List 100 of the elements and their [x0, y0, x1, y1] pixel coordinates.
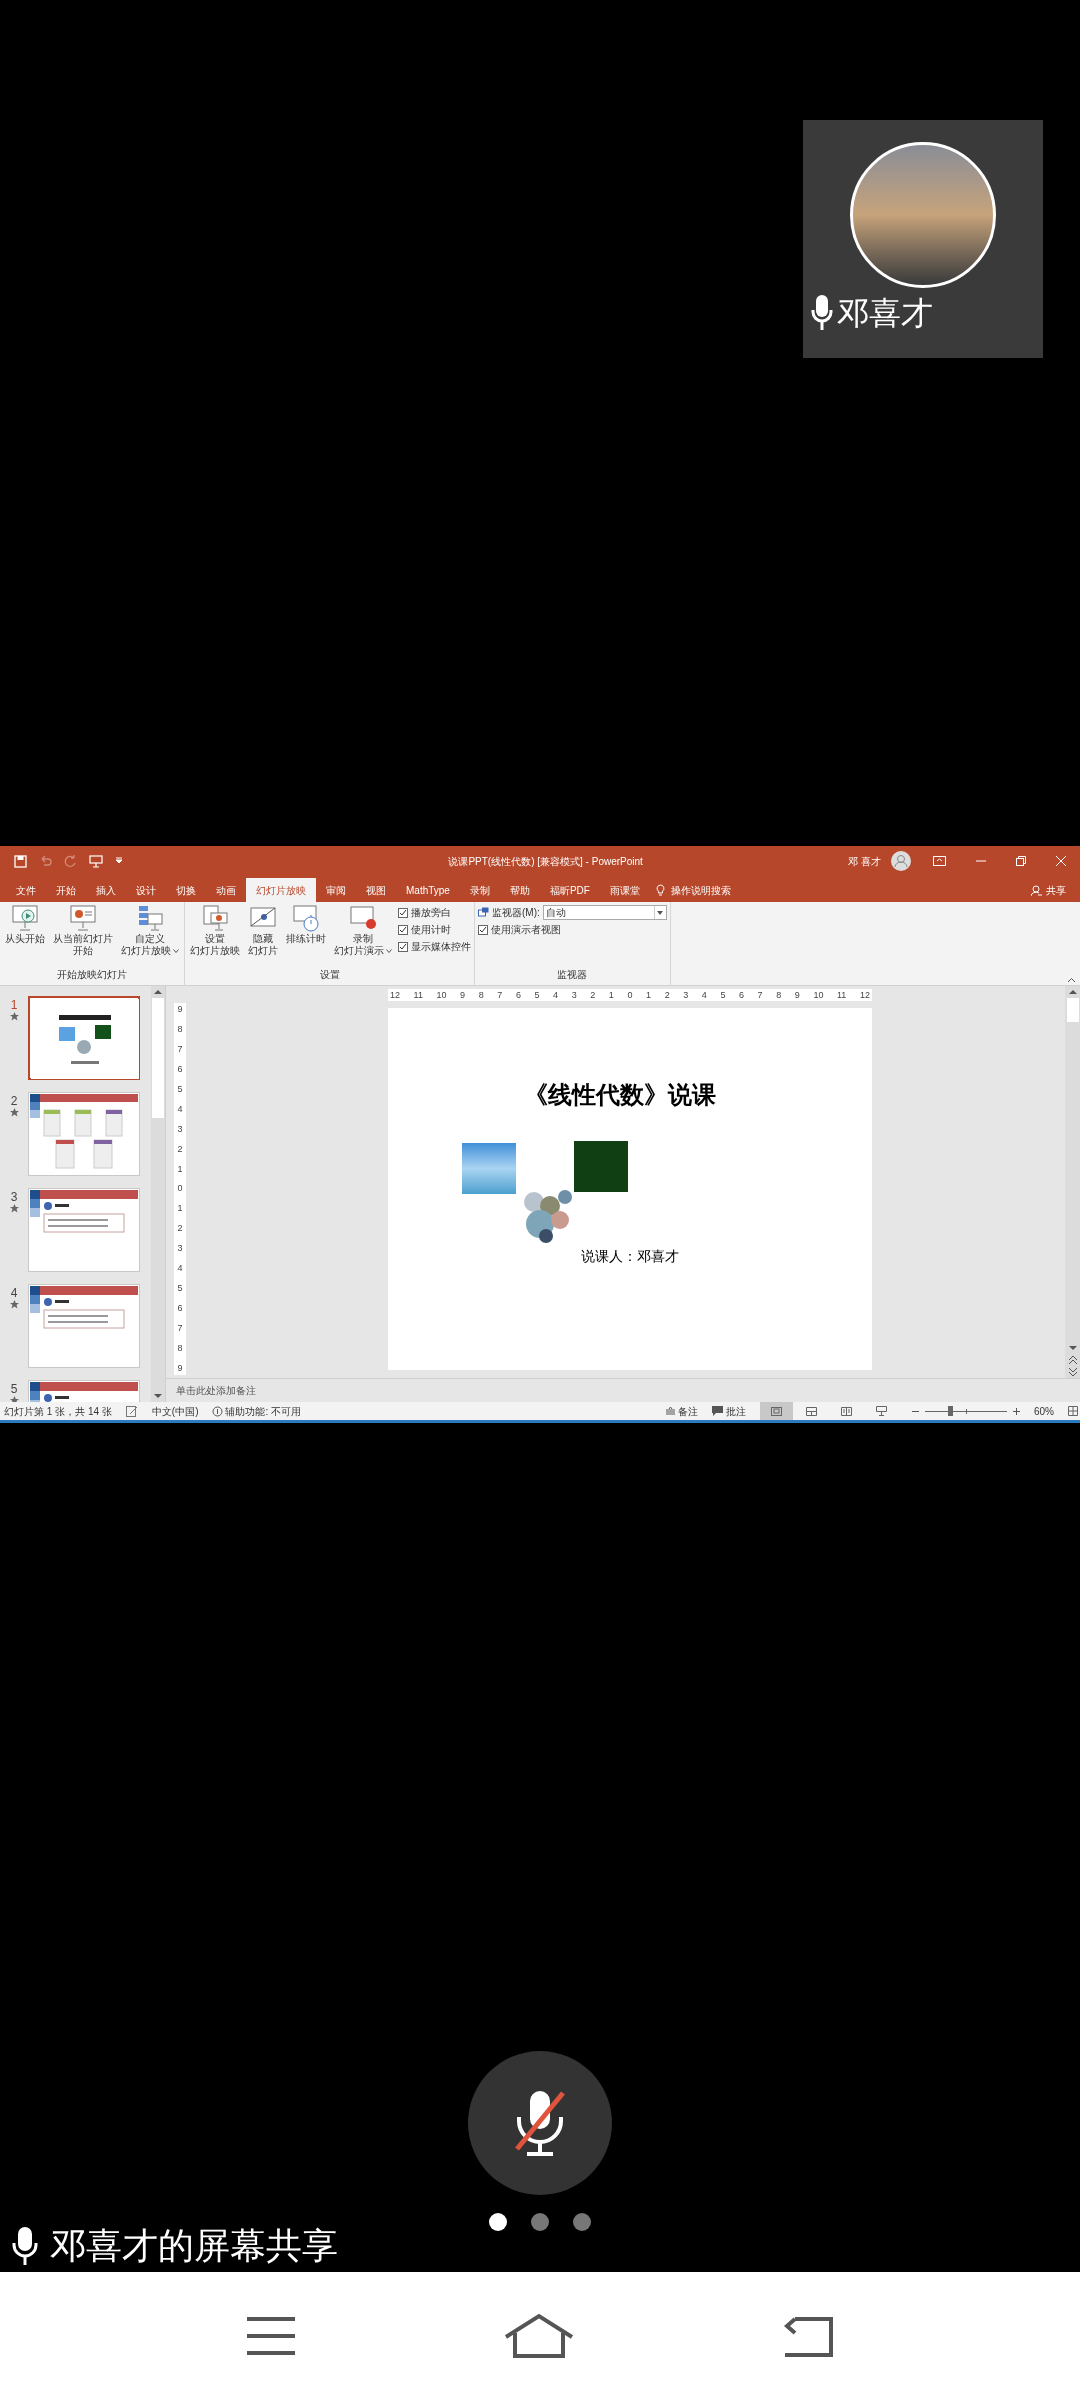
photo-placeholder	[574, 1141, 628, 1192]
notes-pane[interactable]: 单击此处添加备注	[166, 1378, 1080, 1402]
ruler-number: 4	[553, 990, 559, 1000]
ribbon-tab[interactable]: 录制	[459, 878, 500, 902]
spell-check-icon[interactable]	[125, 1405, 138, 1417]
zoom-level[interactable]: 60%	[1034, 1403, 1054, 1419]
ribbon-tab[interactable]: 插入	[86, 878, 126, 902]
slide-thumbnail[interactable]	[28, 1188, 140, 1272]
ribbon-tab[interactable]: 视图	[356, 878, 396, 902]
speech-bubble-icon	[712, 1406, 723, 1416]
scrollbar[interactable]	[1065, 986, 1080, 1378]
monitor-dropdown[interactable]: 自动	[542, 905, 667, 920]
accessibility-indicator[interactable]: 辅助功能: 不可用	[212, 1403, 302, 1419]
ribbon-tab[interactable]: 动画	[206, 878, 246, 902]
ribbon-tab[interactable]: 幻灯片放映	[246, 878, 316, 902]
next-slide-icon[interactable]	[1068, 1366, 1077, 1378]
ruler-number: 9	[177, 1363, 183, 1373]
star-icon	[9, 1012, 19, 1021]
share-button[interactable]: 共享	[1031, 878, 1066, 902]
screen-share-label: 邓喜才的屏幕共享	[50, 2228, 338, 2264]
ruler-number: 12	[390, 990, 400, 1000]
ruler-number: 9	[177, 1005, 183, 1014]
ruler-number: 6	[177, 1064, 183, 1074]
ruler-number: 7	[497, 990, 503, 1000]
ruler-number: 5	[177, 1284, 183, 1294]
fit-slide-icon[interactable]	[1068, 1406, 1078, 1416]
ruler-number: 3	[683, 990, 689, 1000]
customize-icon[interactable]	[115, 857, 123, 865]
ribbon-tab[interactable]: 设计	[126, 878, 166, 902]
ruler-number: 7	[177, 1044, 183, 1054]
notes-button[interactable]: 备注	[666, 1403, 698, 1419]
checkbox[interactable]: 使用演示者视图	[478, 922, 667, 937]
scrollbar-thumb[interactable]	[1066, 998, 1079, 1022]
tell-me-search[interactable]: 操作说明搜索	[655, 878, 731, 902]
ruler-number: 2	[177, 1144, 183, 1154]
zoom-in-icon[interactable]	[1013, 1407, 1020, 1415]
slide-number: 3	[10, 1190, 18, 1204]
ruler-number: 1	[177, 1204, 183, 1214]
ribbon-tab[interactable]: 开始	[46, 878, 86, 902]
close-icon[interactable]	[1056, 856, 1066, 866]
ribbon-tab[interactable]: 福昕PDF	[539, 878, 600, 902]
lines-icon	[666, 1407, 675, 1415]
normal-view-icon	[771, 1406, 782, 1416]
restore-icon[interactable]	[1016, 856, 1026, 866]
ribbon-tab[interactable]: 帮助	[499, 878, 540, 902]
presentation-icon[interactable]	[89, 854, 103, 868]
home-icon[interactable]	[503, 2313, 575, 2359]
star-icon	[9, 1108, 19, 1117]
collapse-ribbon-icon[interactable]	[1067, 977, 1076, 983]
ribbon-button[interactable]: 录制 幻灯片演示	[332, 904, 394, 957]
language-indicator[interactable]: 中文(中国)	[151, 1403, 199, 1419]
book-icon	[841, 1406, 852, 1416]
ribbon-button[interactable]: 从头开始	[3, 904, 47, 945]
slide-title: 《线性代数》说课	[523, 1080, 717, 1110]
ruler-number: 6	[515, 990, 521, 1000]
slide-number: 1	[10, 998, 18, 1012]
checkbox[interactable]: 播放旁白	[398, 905, 471, 920]
zoom-slider[interactable]	[925, 1406, 1007, 1416]
window-title: 说课PPT(线性代数) [兼容模式] - PowerPoint	[448, 854, 643, 869]
ruler-number: 7	[757, 990, 763, 1000]
ruler-number: 11	[413, 990, 423, 1000]
ribbon-button[interactable]: 排练计时	[284, 904, 328, 945]
scrollbar[interactable]	[151, 986, 166, 1402]
ribbon-tab[interactable]: 切换	[166, 878, 206, 902]
checkbox[interactable]: 使用计时	[398, 922, 471, 937]
ribbon-tab[interactable]: 审阅	[316, 878, 356, 902]
menu-icon[interactable]	[245, 2315, 297, 2357]
ruler-number: 3	[177, 1124, 183, 1134]
slide-subtitle: 说课人：邓喜才	[580, 1248, 680, 1266]
zoom-slider-thumb[interactable]	[948, 1406, 954, 1416]
ribbon-button[interactable]: 设置 幻灯片放映	[188, 904, 242, 957]
ruler-number: 0	[177, 1184, 183, 1194]
scrollbar-thumb[interactable]	[152, 998, 164, 1118]
ruler-number: 6	[177, 1304, 183, 1314]
slide-thumbnail[interactable]	[28, 996, 140, 1080]
ribbon-tab[interactable]: 文件	[6, 878, 46, 902]
ribbon-button[interactable]: 自定义 幻灯片放映	[119, 904, 181, 957]
comments-button[interactable]: 批注	[712, 1403, 746, 1419]
ruler-number: 11	[837, 990, 847, 1000]
checkbox[interactable]: 显示媒体控件	[398, 939, 471, 954]
avatar-icon[interactable]	[891, 851, 911, 871]
ruler-number: 9	[460, 990, 466, 1000]
slide-thumbnail[interactable]	[28, 1092, 140, 1176]
slide-thumbnail[interactable]	[28, 1284, 140, 1368]
ribbon-display-icon[interactable]	[933, 856, 946, 866]
grid-icon	[806, 1406, 817, 1416]
ribbon-tab[interactable]: 雨课堂	[599, 878, 650, 902]
ribbon-tab[interactable]: MathType	[396, 878, 460, 902]
ruler-number: 1	[608, 990, 614, 1000]
ribbon-button[interactable]: 隐藏 幻灯片	[246, 904, 280, 957]
star-icon	[9, 1396, 19, 1402]
caret-icon	[386, 949, 392, 953]
normal-view-button[interactable]	[760, 1402, 793, 1420]
ruler-number: 8	[776, 990, 782, 1000]
ribbon-button[interactable]: 从当前幻灯片 开始	[51, 904, 115, 957]
ruler-number: 2	[590, 990, 596, 1000]
group-label: 开始放映幻灯片	[57, 969, 127, 980]
previous-slide-icon[interactable]	[1068, 1354, 1077, 1366]
save-icon[interactable]	[14, 854, 27, 868]
ruler-number: 4	[701, 990, 707, 1000]
